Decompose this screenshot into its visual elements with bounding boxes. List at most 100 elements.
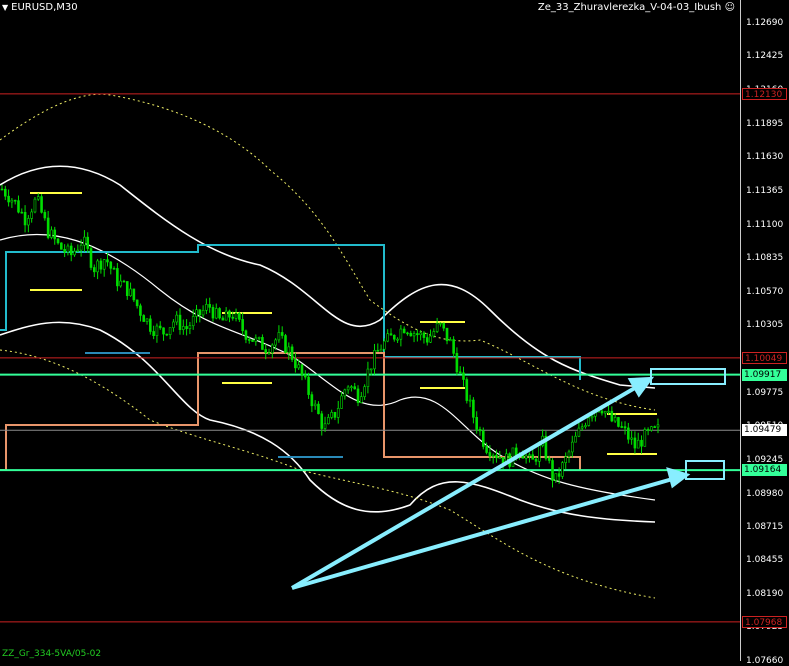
candle-body xyxy=(175,314,179,323)
candle-body xyxy=(465,379,469,401)
candle-body xyxy=(96,260,99,273)
candle-body xyxy=(56,238,60,244)
current-price-tag: 1.09479 xyxy=(742,424,787,437)
envelope-dotted xyxy=(0,93,656,599)
candle-body xyxy=(238,312,241,320)
trend-arrows xyxy=(290,376,691,590)
candle-body xyxy=(198,309,202,316)
target-box-upper xyxy=(650,368,726,385)
candle-body xyxy=(538,445,541,462)
price-tick-label: 1.12425 xyxy=(746,51,784,62)
candle-body xyxy=(313,403,317,407)
smiley-icon[interactable]: ☺ xyxy=(725,2,735,13)
candle-body xyxy=(610,410,614,422)
candle-body xyxy=(455,353,459,373)
yellow-level-segments xyxy=(30,192,657,455)
candle-body xyxy=(350,386,353,388)
zigzag-label: ZZ_Gr_334-5VA/05-02 xyxy=(2,649,102,659)
candle-body xyxy=(317,403,320,415)
candle-body xyxy=(650,426,653,431)
candle-body xyxy=(531,454,535,460)
candle-body xyxy=(205,304,208,311)
candlesticks xyxy=(0,184,660,488)
candle-body xyxy=(83,236,86,246)
candle-body xyxy=(429,335,432,343)
candle-body xyxy=(379,348,383,352)
candle-body xyxy=(574,435,577,443)
candle-body xyxy=(475,417,478,430)
candle-body xyxy=(567,451,571,457)
candle-body xyxy=(297,364,300,369)
candle-body xyxy=(284,335,287,353)
candle-body xyxy=(145,318,149,322)
chart-window[interactable]: ▼ EURUSD,M30 Ze_33_Zhuravlerezka_V-04-03_… xyxy=(0,0,789,666)
candle-body xyxy=(231,316,235,319)
candle-body xyxy=(224,310,228,321)
candle-body xyxy=(195,309,198,317)
candle-body xyxy=(399,328,403,340)
candle-body xyxy=(129,288,132,297)
bollinger-bands xyxy=(0,165,656,523)
candle-body xyxy=(554,473,558,481)
price-axis[interactable]: 1.126901.124251.121601.118951.116301.113… xyxy=(740,0,789,666)
candle-body xyxy=(340,395,343,409)
candle-body xyxy=(383,340,386,350)
candle-body xyxy=(590,415,594,419)
price-tick-label: 1.08455 xyxy=(746,555,784,566)
candle-body xyxy=(307,376,310,395)
candle-body xyxy=(587,417,591,426)
candle-body xyxy=(356,388,360,403)
price-tick-label: 1.11365 xyxy=(746,185,784,196)
candle-body xyxy=(122,280,126,283)
candle-body xyxy=(287,346,291,353)
price-chart-plot[interactable] xyxy=(0,0,740,661)
candle-body xyxy=(53,229,57,240)
candle-body xyxy=(93,267,96,273)
price-tick-label: 1.10570 xyxy=(746,286,784,297)
candle-body xyxy=(627,427,630,440)
candle-body xyxy=(135,299,139,307)
candle-body xyxy=(557,473,561,477)
candle-body xyxy=(432,331,436,337)
candle-body xyxy=(452,339,455,354)
candle-body xyxy=(17,200,20,213)
candle-body xyxy=(30,211,33,219)
candle-body xyxy=(462,372,465,380)
candle-body xyxy=(221,317,225,321)
price-tick-label: 1.08980 xyxy=(746,488,784,499)
candle-body xyxy=(346,386,350,391)
candle-body xyxy=(600,410,604,414)
candle-body xyxy=(244,330,248,340)
candle-body xyxy=(396,338,399,341)
candle-body xyxy=(241,319,244,332)
candle-body xyxy=(112,268,116,270)
candle-body xyxy=(63,249,66,253)
candle-body xyxy=(330,412,333,418)
candle-body xyxy=(228,310,231,318)
candle-body xyxy=(66,245,70,253)
candle-body xyxy=(33,198,37,213)
candle-body xyxy=(76,249,80,252)
candle-body xyxy=(656,424,660,428)
candle-body xyxy=(191,316,195,327)
candle-body xyxy=(99,260,103,270)
candle-body xyxy=(481,430,485,447)
candle-body xyxy=(561,462,564,477)
candle-body xyxy=(162,327,165,335)
candle-body xyxy=(158,325,162,329)
price-tick-label: 1.11895 xyxy=(746,118,784,129)
candle-body xyxy=(89,248,93,268)
dropdown-triangle-icon[interactable]: ▼ xyxy=(2,3,8,12)
candle-body xyxy=(402,328,406,334)
candle-body xyxy=(416,333,419,336)
candle-body xyxy=(50,229,53,238)
candle-body xyxy=(251,339,254,342)
candle-body xyxy=(643,429,647,447)
candle-body xyxy=(310,394,314,407)
candle-body xyxy=(264,349,268,354)
level-price-tag: 1.12130 xyxy=(742,87,787,100)
candle-body xyxy=(376,350,380,352)
candle-body xyxy=(564,456,567,463)
candle-body xyxy=(274,339,277,346)
candle-body xyxy=(653,426,657,428)
